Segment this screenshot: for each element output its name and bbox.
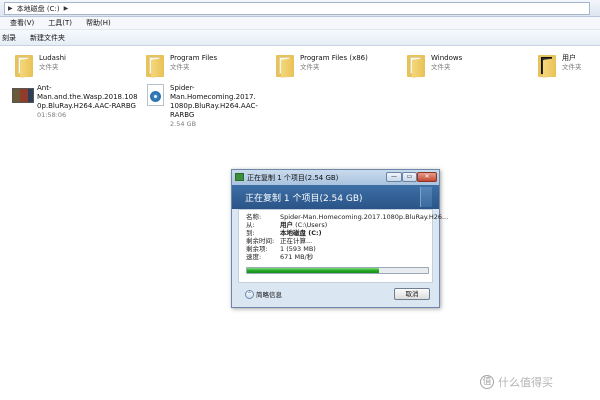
copy-progress-bar [246, 267, 429, 274]
maximize-button[interactable]: ▭ [402, 172, 417, 182]
file-name: 用户 [562, 54, 576, 62]
file-item-windows[interactable]: Windows 文件夹 [406, 52, 516, 82]
folder-icon [275, 52, 295, 78]
chevron-right-icon[interactable]: ▶ [64, 5, 69, 12]
copy-progress-dialog: 正在复制 1 个项目(2.54 GB) — ▭ ✕ 正在复制 1 个项目(2.5… [231, 169, 448, 308]
burn-button[interactable]: 刻录 [2, 33, 16, 43]
toolbar: 刻录 新建文件夹 [0, 30, 600, 46]
file-item-program-files[interactable]: Program Files 文件夹 [145, 52, 265, 82]
folder-icon [14, 52, 34, 78]
video-thumbnail-icon [12, 82, 34, 108]
close-button[interactable]: ✕ [417, 172, 437, 182]
header-decoration [420, 187, 432, 207]
source-path: (C:\Users) [293, 221, 328, 229]
file-name: Ludashi [39, 54, 66, 62]
file-type: 文件夹 [170, 63, 190, 71]
menu-bar: 查看(V) 工具(T) 帮助(H) [0, 17, 600, 30]
destination-link[interactable]: 本地磁盘 (C:) [280, 229, 322, 237]
file-type: 文件夹 [39, 63, 59, 71]
dialog-heading: 正在复制 1 个项目(2.54 GB) [245, 194, 363, 204]
new-folder-button[interactable]: 新建文件夹 [30, 33, 65, 43]
minimize-button[interactable]: — [386, 172, 402, 182]
cancel-button[interactable]: 取消 [394, 288, 430, 300]
details-toggle-label[interactable]: 简略信息 [256, 289, 282, 299]
media-file-icon [145, 82, 165, 108]
detail-value: 671 MB/秒 [280, 253, 314, 261]
dialog-header: 正在复制 1 个项目(2.54 GB) [232, 185, 439, 209]
details-toggle-button[interactable]: ⌃ 简略信息 [245, 289, 282, 299]
dialog-footer: ⌃ 简略信息 取消 [232, 283, 439, 307]
file-name-line2: 0p.BluRay.H264.AAC-RARBG [37, 102, 136, 110]
dialog-details: 名称: Spider-Man.Homecoming.2017.1080p.Blu… [238, 209, 448, 283]
file-item-ant-man[interactable]: Ant-Man.and.the.Wasp.2018.108 0p.BluRay.… [12, 82, 140, 119]
breadcrumb[interactable]: 本地磁盘 (C:) [17, 4, 60, 14]
watermark-logo: 值 [480, 375, 494, 389]
menu-view[interactable]: 查看(V) [10, 18, 34, 28]
menu-tools[interactable]: 工具(T) [48, 18, 72, 28]
file-duration: 01:58:06 [37, 111, 67, 119]
file-name: Program Files [170, 54, 218, 62]
dialog-titlebar[interactable]: 正在复制 1 个项目(2.54 GB) — ▭ ✕ [232, 170, 439, 185]
address-bar: ▶ 本地磁盘 (C:) ▶ [0, 0, 600, 17]
folder-icon [406, 52, 426, 78]
file-size: 2.54 GB [170, 120, 197, 128]
file-item-users[interactable]: 用户 文件夹 [537, 52, 597, 82]
watermark: 值 什么值得买 [480, 374, 553, 390]
folder-icon [537, 52, 557, 78]
progress-fill [247, 268, 380, 273]
file-type: 文件夹 [562, 63, 582, 71]
menu-help[interactable]: 帮助(H) [86, 18, 111, 28]
file-name: Program Files (x86) [300, 54, 368, 62]
watermark-text: 什么值得买 [498, 376, 553, 389]
file-type: 文件夹 [431, 63, 451, 71]
folder-icon [145, 52, 165, 78]
file-name-line1: Ant-Man.and.the.Wasp.2018.108 [37, 84, 138, 101]
file-item-program-files-x86[interactable]: Program Files (x86) 文件夹 [275, 52, 395, 82]
file-name-line2: 1080p.BluRay.H264.AAC-RARBG [170, 102, 258, 119]
address-field[interactable]: ▶ 本地磁盘 (C:) ▶ [4, 2, 590, 15]
copy-icon [235, 173, 244, 181]
file-type: 文件夹 [300, 63, 320, 71]
file-name-line1: Spider-Man.Homecoming.2017. [170, 84, 256, 101]
file-item-ludashi[interactable]: Ludashi 文件夹 [14, 52, 134, 82]
chevron-up-icon[interactable]: ⌃ [245, 289, 254, 299]
dialog-title: 正在复制 1 个项目(2.54 GB) [247, 174, 339, 182]
file-item-spider-man[interactable]: Spider-Man.Homecoming.2017. 1080p.BluRay… [145, 82, 275, 128]
source-folder-link[interactable]: 用户 [280, 221, 293, 229]
detail-label: 速度: [246, 253, 262, 261]
chevron-right-icon[interactable]: ▶ [8, 5, 13, 12]
file-name: Windows [431, 54, 463, 62]
